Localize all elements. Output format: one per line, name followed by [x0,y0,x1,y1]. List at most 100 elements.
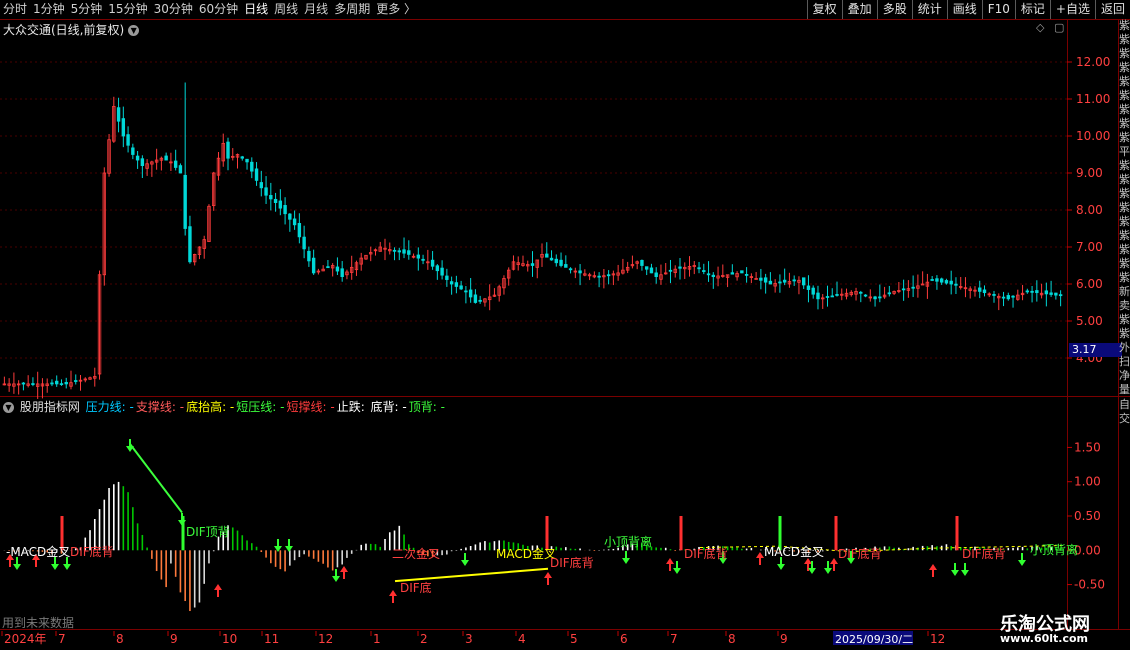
indicator-title[interactable]: ▼ 股朋指标网 压力线: - 支撑线: - 底抬高: - 短压线: - 短撑线: - 止跌… [3,398,447,415]
candle-body [640,259,644,266]
signal-label: -MACD金叉 [6,544,70,559]
candle-body [697,267,701,270]
candle-body [744,274,749,276]
candle-body [930,279,934,281]
ind-tick-label: 1.50 [1074,440,1101,454]
price-tick-label: 10.00 [1076,129,1110,143]
side-char: 紫 [1119,215,1130,228]
candle-body [445,275,449,280]
candle-body [801,277,806,286]
candle-body [1011,295,1015,298]
x-axis-label: 2 [420,632,428,646]
signal-label: MACD金叉 [496,546,556,561]
candle-body [740,270,744,274]
candle-body [416,254,421,259]
indicator-item-3: 短压线: - [236,400,285,414]
candle-body [530,263,535,266]
signal-label: DIF底背 [70,544,114,559]
candle-body [949,280,953,285]
x-axis-label: 7 [670,632,678,646]
candle-body [1044,290,1049,295]
candle-body [126,134,130,146]
candle-body [678,266,682,269]
x-axis-label: 5 [570,632,578,646]
candle-body [74,380,78,382]
side-char: 紫 [1119,61,1130,74]
signal-label: DIF底背 [962,546,1006,561]
candle-body [1054,292,1058,296]
watermark-url: www.60lt.com [1000,632,1089,645]
candle-body [188,226,192,263]
x-axis-label: 9 [780,632,788,646]
sell-arrow-icon [178,513,186,526]
side-char: 紫 [1119,257,1130,270]
candle-body [59,383,64,386]
indicator-item-4: 短撑线: - [286,400,335,414]
indicator-item-1: 支撑线: - [135,400,185,414]
candle-body [288,213,292,220]
candle-body [259,182,264,189]
candle-body [473,294,478,303]
buy-arrow-icon [389,590,397,603]
sell-arrow-icon [961,563,969,576]
candle-body [430,259,435,267]
candle-body [392,249,397,252]
candle-body [55,380,59,385]
future-data-note: 用到未来数据 [2,616,75,630]
candle-body [302,236,306,250]
candle-body [545,253,549,258]
candle-body [944,280,949,284]
signal-label: DIF顶背 [186,525,230,539]
x-axis-label: 8 [116,632,124,646]
candle-body [825,296,830,298]
candle-body [326,266,330,269]
signal-label: MACD金叉 [764,544,824,559]
x-axis-label: 11 [264,632,279,646]
signal-bar [679,516,683,551]
candle-body [340,268,344,278]
side-char: 紫 [1119,131,1130,144]
candle-body [464,290,468,293]
side-char: 紫 [1119,19,1130,32]
price-tick-label: 9.00 [1076,166,1103,180]
sell-arrow-icon [461,553,469,566]
candle-body [468,289,473,298]
x-axis-label: 6 [620,632,628,646]
side-char: 紫 [1119,33,1130,46]
candle-body [454,282,459,287]
candle-body [135,155,140,161]
sell-arrow-icon [673,561,681,574]
candle-body [240,156,244,159]
date-highlight-label: 2025/09/30/二 [835,633,913,646]
candle-body [578,270,582,274]
sell-arrow-icon [1018,553,1026,566]
buy-arrow-icon [340,566,348,579]
candle-body [597,275,601,278]
current-price-marker: 3.17 [1069,343,1122,357]
candle-body [706,273,711,276]
candle-body [835,294,839,296]
signal-bar [834,516,838,551]
candle-body [254,168,259,181]
side-char: 量 [1119,383,1130,396]
bottom-divergence-line [394,567,549,583]
candle-body [50,382,54,385]
candle-body [397,250,401,253]
buy-arrow-icon [756,552,764,565]
side-char: 卖 [1119,299,1130,312]
candle-body [911,286,915,289]
candle-body [116,107,121,122]
candle-body [1049,292,1053,295]
side-panel-indicator: 自交 [1119,398,1130,438]
x-axis-label: 12 [930,632,945,646]
chart-canvas[interactable]: 12.0011.0010.009.008.007.006.005.004.001… [0,0,1130,650]
side-char: 紫 [1119,187,1130,200]
candle-body [702,270,706,272]
chevron-down-icon[interactable]: ▼ [3,402,14,413]
candle-body [711,274,715,277]
top-divergence-line [129,443,183,514]
side-char: 紫 [1119,229,1130,242]
x-axis-label: 7 [58,632,66,646]
candle-body [307,250,311,262]
candle-body [778,281,782,284]
